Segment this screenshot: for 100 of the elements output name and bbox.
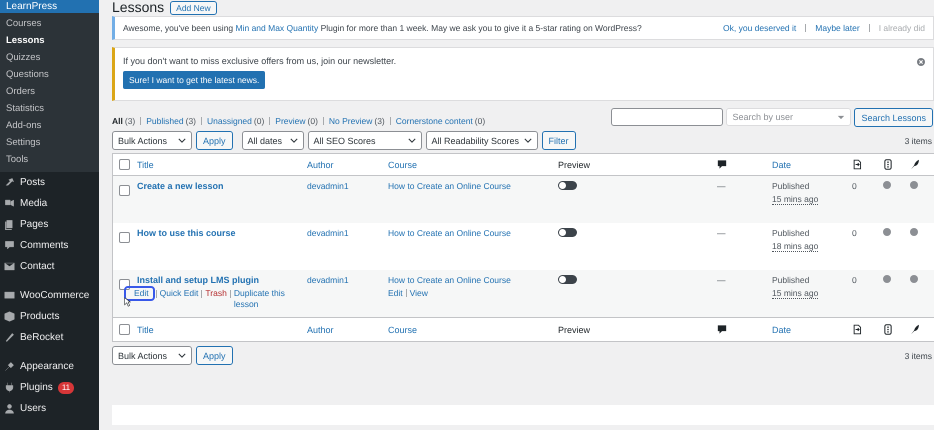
status-count: (0) bbox=[474, 116, 486, 126]
column-header[interactable]: Preview bbox=[558, 160, 717, 170]
author-link[interactable]: devadmin1 bbox=[307, 181, 388, 191]
column-header[interactable]: Preview bbox=[558, 324, 717, 334]
add-new-button[interactable]: Add New bbox=[170, 0, 217, 14]
apply-button[interactable]: Apply bbox=[196, 131, 233, 150]
author-link[interactable]: devadmin1 bbox=[307, 275, 388, 285]
bulk-actions-dropdown[interactable]: Bulk Actions bbox=[112, 346, 192, 365]
submenu-item[interactable]: Settings bbox=[0, 134, 99, 151]
submenu-item[interactable]: Quizzes bbox=[0, 49, 99, 66]
plugin-link[interactable]: Min and Max Quantity bbox=[236, 23, 318, 33]
author-link[interactable]: devadmin1 bbox=[307, 228, 388, 238]
subscribe-button[interactable]: Sure! I want to get the latest news. bbox=[123, 71, 266, 89]
sidebar-menu-item[interactable]: Users bbox=[20, 403, 46, 414]
sidebar-menu-item[interactable]: LearnPress bbox=[0, 0, 99, 13]
menu-icon bbox=[4, 382, 15, 393]
sidebar-menu-item[interactable]: Pages bbox=[20, 219, 48, 230]
column-header[interactable]: Course bbox=[388, 160, 558, 170]
post-status: Published bbox=[772, 181, 810, 191]
row-checkbox[interactable] bbox=[119, 279, 130, 290]
mouse-cursor-icon bbox=[124, 297, 131, 307]
search-button[interactable]: Search Lessons bbox=[854, 108, 933, 127]
sidebar-menu-item[interactable]: Products bbox=[20, 311, 60, 322]
row-checkbox[interactable] bbox=[119, 185, 130, 196]
status-filter-link[interactable]: Preview bbox=[275, 116, 306, 126]
menu-icon bbox=[4, 290, 15, 301]
row-action-link[interactable]: Duplicate this lesson bbox=[234, 288, 296, 310]
menu-icon bbox=[4, 177, 15, 188]
user-search-field[interactable]: Search by user bbox=[726, 108, 852, 126]
course-link[interactable]: How to Create an Online Course bbox=[388, 228, 511, 238]
menu-icon bbox=[4, 219, 15, 230]
sidebar-menu-item[interactable]: WooCommerce bbox=[20, 290, 90, 301]
column-header[interactable]: Title bbox=[137, 324, 307, 334]
dates-dropdown[interactable]: All dates bbox=[242, 131, 304, 150]
chevron-icon bbox=[178, 353, 186, 358]
column-header[interactable]: Course bbox=[388, 324, 558, 334]
row-action-link[interactable]: Edit bbox=[126, 288, 153, 299]
readability-dropdown[interactable]: All Readability Scores bbox=[426, 131, 538, 150]
page-title: Lessons bbox=[112, 0, 164, 15]
menu-icon bbox=[4, 261, 15, 272]
status-count: (0) bbox=[254, 116, 264, 126]
lesson-title-link[interactable]: How to use this course bbox=[137, 228, 236, 238]
preview-toggle[interactable] bbox=[558, 228, 577, 237]
sidebar-menu-item[interactable]: BeRocket bbox=[20, 332, 64, 343]
sidebar-menu-item[interactable]: Contact bbox=[20, 261, 54, 272]
select-all-checkbox[interactable] bbox=[119, 324, 130, 335]
sidebar-menu-item[interactable]: Appearance bbox=[20, 361, 74, 372]
sidebar-menu-item[interactable]: Media bbox=[20, 198, 48, 209]
status-filter-link[interactable]: Published bbox=[146, 116, 184, 126]
link-icon bbox=[852, 324, 862, 335]
sidebar-menu-item[interactable]: Posts bbox=[20, 177, 46, 188]
notice-link[interactable]: Ok, you deserved it bbox=[723, 23, 796, 33]
apply-button[interactable]: Apply bbox=[196, 346, 233, 365]
course-link[interactable]: How to Create an Online Course bbox=[388, 181, 511, 191]
course-action-link[interactable]: View bbox=[410, 288, 428, 298]
submenu-item[interactable]: Questions bbox=[0, 66, 99, 83]
menu-icon bbox=[4, 311, 15, 322]
status-filter-link[interactable]: No Preview bbox=[328, 116, 372, 126]
submenu-item[interactable]: Add-ons bbox=[0, 117, 99, 134]
search-field[interactable] bbox=[611, 108, 724, 126]
status-count: (3) bbox=[186, 116, 196, 126]
item-count: 3 items bbox=[904, 136, 932, 146]
column-header[interactable]: Author bbox=[307, 324, 388, 334]
status-filter-link[interactable]: All bbox=[112, 116, 123, 126]
filter-button[interactable]: Filter bbox=[542, 131, 576, 150]
status-filter-link[interactable]: Unassigned bbox=[207, 116, 252, 126]
menu-icon bbox=[4, 240, 15, 251]
submenu-item[interactable]: Courses bbox=[0, 15, 99, 32]
row-checkbox[interactable] bbox=[119, 232, 130, 243]
comment-count: — bbox=[717, 181, 726, 191]
column-header[interactable]: Date bbox=[772, 324, 852, 334]
status-filter-link[interactable]: Cornerstone content bbox=[396, 116, 473, 126]
row-action-link[interactable]: Trash bbox=[205, 288, 227, 299]
course-action-link[interactable]: Edit bbox=[388, 288, 403, 298]
select-all-checkbox[interactable] bbox=[119, 159, 130, 170]
column-header[interactable]: Author bbox=[307, 160, 388, 170]
submenu-item[interactable]: Orders bbox=[0, 83, 99, 100]
comment-count: — bbox=[717, 228, 726, 238]
sidebar-menu-item[interactable]: Plugins bbox=[20, 382, 53, 393]
column-header[interactable]: Title bbox=[137, 160, 307, 170]
submenu-item[interactable]: Statistics bbox=[0, 100, 99, 117]
dropdown-arrow-icon bbox=[837, 114, 846, 120]
row-action-link[interactable]: Quick Edit bbox=[160, 288, 198, 299]
seo-score-dropdown[interactable]: All SEO Scores bbox=[308, 131, 422, 150]
notice-link[interactable]: Maybe later bbox=[815, 23, 860, 33]
notice-text: Awesome, you've been using Min and Max Quantity Plugin for more than 1 week. May we ask you to give it a 5-star rating on WordPress? bbox=[123, 23, 642, 33]
course-link[interactable]: How to Create an Online Course bbox=[388, 275, 511, 285]
preview-toggle[interactable] bbox=[558, 181, 577, 190]
preview-toggle[interactable] bbox=[558, 275, 577, 284]
post-time: 15 mins ago bbox=[772, 194, 818, 205]
column-header[interactable]: Date bbox=[772, 160, 852, 170]
post-status: Published bbox=[772, 275, 810, 285]
lesson-title-link[interactable]: Install and setup LMS plugin bbox=[137, 275, 260, 285]
sidebar-menu-item[interactable]: Comments bbox=[20, 240, 68, 251]
bulk-actions-dropdown[interactable]: Bulk Actions bbox=[112, 131, 192, 150]
submenu-item[interactable]: Lessons bbox=[0, 32, 99, 49]
close-icon[interactable] bbox=[917, 58, 925, 66]
lesson-title-link[interactable]: Create a new lesson bbox=[137, 181, 224, 191]
submenu-item[interactable]: Tools bbox=[0, 151, 99, 168]
feather-icon bbox=[910, 324, 920, 335]
